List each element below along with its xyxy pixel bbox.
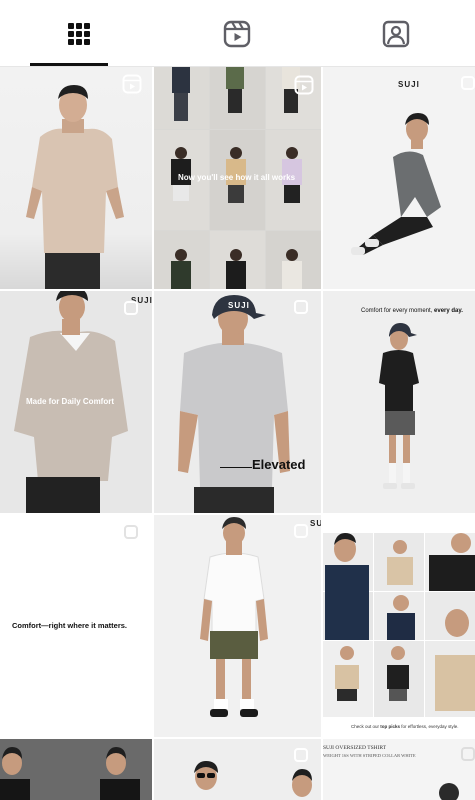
caption-emphasis: every day. [432,308,463,314]
post-caption-every-day: Comfort for every moment, every day. [361,308,463,314]
post-image-beige-shirt [0,67,152,289]
post-caption-product-line-1: SUJI OVERSIZED TSHIRT [323,745,387,751]
reels-icon [122,74,142,94]
post-tile-4[interactable]: Made for Daily Comfort SUJI [0,291,152,513]
caption-rule [220,467,252,468]
carousel-icon [294,524,308,538]
caption-emphasis: top picks [380,724,401,729]
post-caption-product-line-2: WEIGHT 16S WITH STRIPED COLLAR WHITE [323,753,416,758]
carousel-icon [294,300,308,314]
carousel-icon [461,747,475,761]
tagged-icon [382,20,410,47]
post-caption-daily-comfort: Made for Daily Comfort [26,397,115,406]
post-image-elevated-tee [154,291,321,513]
post-caption-right-where-it-matters: Comfort—right where it matters. [12,621,128,630]
post-tile-5[interactable]: SUJI Elevated [154,291,321,513]
carousel-icon [124,301,138,315]
reels-icon [223,20,251,47]
posts-grid: Now you'll see how it all works SUJI Mad… [0,67,475,800]
post-tile-6[interactable]: Comfort for every moment, every day. [323,291,475,513]
brand-logo: SUJI [398,80,420,89]
carousel-icon [294,748,308,762]
reels-icon [294,75,314,95]
post-tile-2[interactable]: Now you'll see how it all works [154,67,321,289]
post-image-black-tees [0,739,152,800]
post-image-top-picks-grid [323,515,475,737]
post-caption-top-picks: Check out our top picks for effortless, … [351,724,458,729]
carousel-icon [124,525,138,539]
post-tile-7[interactable]: Comfort—right where it matters. [0,515,152,737]
tab-reels[interactable] [158,0,316,67]
caption-part: Check out our [351,724,381,729]
caption-part: Comfort for every moment, [361,308,433,314]
post-image-white-polo [154,515,321,737]
profile-tab-bar [0,0,475,67]
brand-logo: SUJI [310,519,321,528]
tab-tagged[interactable] [317,0,475,67]
brand-logo: SUJI [228,301,250,310]
post-caption-elevated: Elevated [252,457,306,472]
post-tile-9[interactable]: Check out our top picks for effortless, … [323,515,475,737]
caption-part: for effortless, everyday style. [400,724,459,729]
post-tile-1[interactable] [0,67,152,289]
post-tile-3[interactable]: SUJI [323,67,475,289]
post-tile-10[interactable] [0,739,152,800]
carousel-icon [461,76,475,90]
post-tile-11[interactable] [154,739,321,800]
post-image-seated-grey-shirt [323,67,475,289]
post-tile-8[interactable]: SUJI [154,515,321,737]
post-tile-12[interactable]: SUJI OVERSIZED TSHIRT WEIGHT 16S WITH ST… [323,739,475,800]
grid-icon [68,22,90,45]
post-image-black-tee [323,291,475,513]
post-caption-how-it-works: Now you'll see how it all works [178,173,296,182]
tab-posts[interactable] [0,0,158,67]
